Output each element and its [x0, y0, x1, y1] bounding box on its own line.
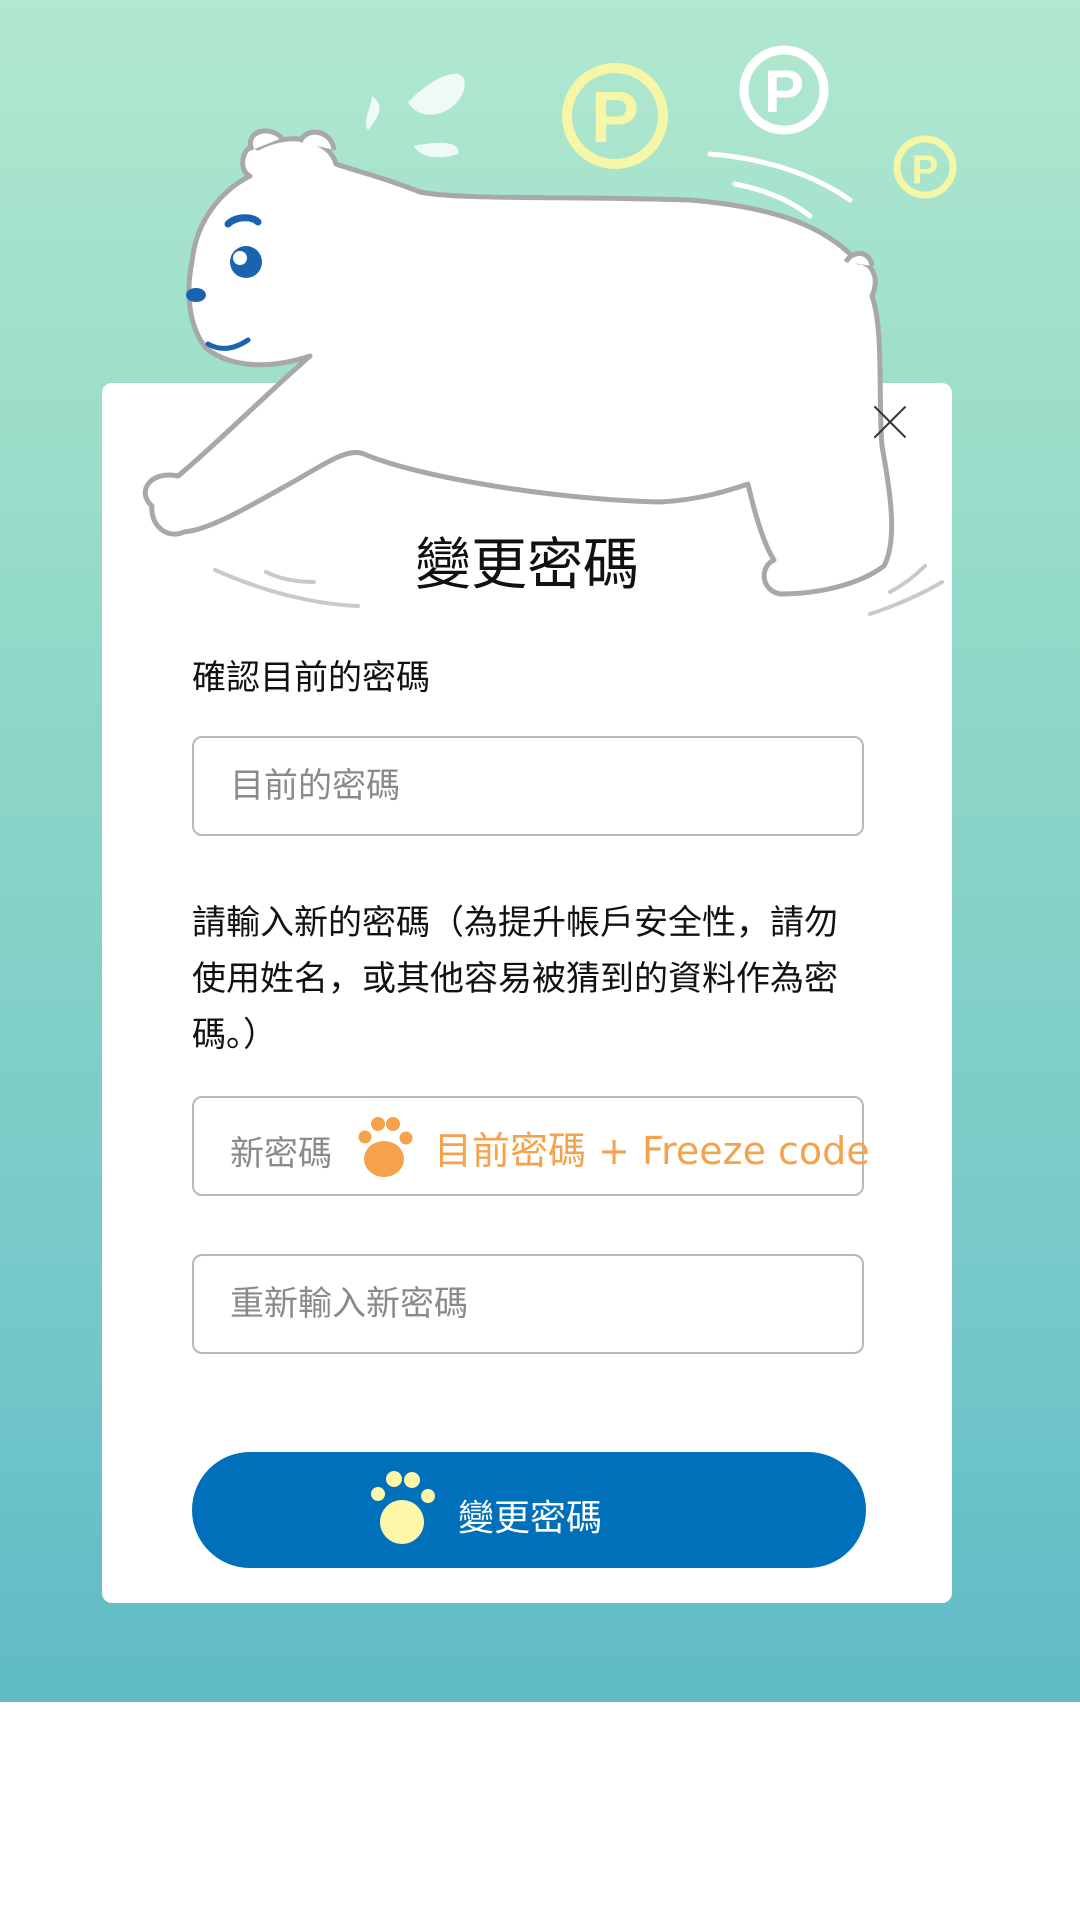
new-password-hint: 目前密碼 + Freeze code [434, 1129, 870, 1173]
current-password-label: 確認目前的密碼 [192, 658, 430, 698]
current-password-input[interactable] [230, 738, 830, 834]
new-password-label: 請輸入新的密碼（為提升帳戶安全性，請勿使用姓名，或其他容易被猜到的資料作為密碼。… [192, 903, 838, 1055]
paw-icon [358, 1117, 413, 1177]
confirm-password-input[interactable] [230, 1256, 830, 1352]
new-password-placeholder: 新密碼 [230, 1134, 332, 1174]
new-password-field[interactable]: 新密碼 目前密碼 + Freeze code [192, 1096, 870, 1196]
paw-icon [371, 1471, 435, 1544]
change-password-button-label: 變更密碼 [458, 1498, 603, 1539]
dialog-title: 變更密碼 [415, 533, 639, 598]
close-icon[interactable] [872, 404, 908, 440]
current-password-field[interactable] [192, 736, 864, 836]
change-password-button[interactable]: 變更密碼 [192, 1452, 866, 1568]
confirm-password-field[interactable] [192, 1254, 864, 1354]
